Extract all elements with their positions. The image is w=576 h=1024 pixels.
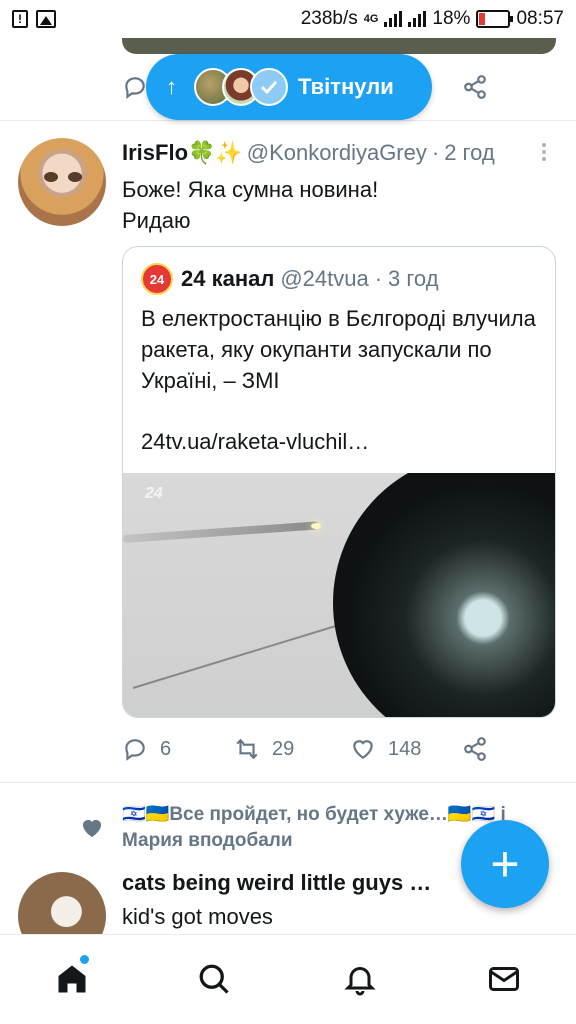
clock: 08:57 (516, 8, 564, 29)
pill-avatars (194, 68, 288, 106)
alert-icon: ! (12, 10, 28, 28)
avatar-detail (68, 172, 82, 182)
status-bar: ! 238b/s 4G 18% 08:57 (0, 0, 576, 38)
tweet-actions: 6 29 148 (122, 730, 562, 770)
signal-2-icon (408, 11, 427, 27)
quoted-tweet-text: В електростанцію в Бєлгороді влучила рак… (141, 306, 536, 393)
tweet-divider (0, 120, 576, 121)
share-icon[interactable] (462, 74, 488, 100)
bell-icon[interactable] (342, 961, 378, 997)
avatar-detail (44, 172, 58, 182)
quoted-author-handle: @24tvua (280, 266, 369, 291)
media-logo: 24 (145, 485, 163, 502)
tweet-author-handle[interactable]: @KonkordiyaGrey (247, 140, 427, 166)
rocket-trail (123, 521, 319, 543)
tweet-time: 2 год (444, 140, 495, 165)
reply-button[interactable]: 6 (122, 736, 171, 762)
reply-count: 6 (160, 737, 172, 760)
avatar (250, 68, 288, 106)
tweet-text: Боже! Яка сумна новина! Ридаю (122, 177, 379, 233)
tweet-author-name[interactable]: IrisFlo🍀✨ (122, 140, 243, 166)
heart-filled-icon (83, 820, 101, 837)
like-count: 148 (388, 737, 422, 760)
more-options-icon[interactable] (536, 140, 552, 164)
home-icon[interactable] (54, 961, 90, 997)
retweet-count: 29 (272, 737, 295, 760)
arrow-up-icon: ↑ (166, 74, 177, 99)
share-icon (464, 737, 486, 761)
quoted-tweet-time: 3 год (388, 266, 439, 291)
network-type: 4G (363, 13, 379, 25)
avatar[interactable] (18, 138, 106, 226)
quoted-author-name: 24 канал (181, 266, 275, 291)
separator-dot: · (431, 140, 440, 165)
mail-icon[interactable] (486, 961, 522, 997)
retweet-icon (236, 738, 258, 760)
liked-by-names[interactable]: 🇮🇱🇺🇦Все пройдет, но будет хуже…🇺🇦🇮🇱 і (122, 802, 542, 826)
retweet-button[interactable]: 29 (234, 736, 294, 762)
checkmark-icon (260, 80, 278, 95)
network-speed: 238b/s (300, 8, 358, 29)
share-button[interactable] (462, 736, 488, 762)
channel-logo: 24 (141, 263, 173, 295)
quoted-tweet-link[interactable]: 24tv.ua/raketa-vluchil… (141, 429, 369, 455)
tweet-divider (0, 782, 576, 783)
compose-tweet-button[interactable]: + (461, 820, 549, 908)
quoted-tweet-image[interactable]: 24 (123, 473, 555, 717)
reply-icon (125, 739, 145, 761)
like-button[interactable]: 148 (350, 736, 421, 762)
quoted-tweet-header: 24 24 канал @24tvua · 3 год (141, 263, 439, 295)
liked-by-label: Мария вподобали (122, 830, 293, 851)
quoted-tweet-card[interactable]: 24 24 канал @24tvua · 3 год В електроста… (122, 246, 556, 718)
heart-icon (353, 740, 373, 759)
separator-dot: · (374, 266, 383, 291)
battery-percent: 18% (432, 8, 471, 29)
previous-tweet-media[interactable] (122, 38, 556, 54)
reply-icon[interactable] (122, 74, 148, 100)
tweet-author-name[interactable]: cats being weird little guys … (122, 870, 462, 896)
tweet-text: kid's got moves (122, 904, 273, 929)
signal-icon (384, 11, 403, 27)
night-explosion-inset (333, 473, 555, 717)
search-icon[interactable] (196, 961, 232, 997)
bottom-navigation (0, 934, 576, 1024)
tweet-header: IrisFlo🍀✨ @KonkordiyaGrey · 2 год (122, 138, 562, 168)
rocket-flare (311, 523, 321, 529)
plus-icon: + (490, 836, 520, 892)
battery-icon (476, 10, 514, 28)
new-tweets-pill[interactable]: ↑ Твітнули (146, 54, 432, 120)
rocket-trail (132, 619, 354, 689)
notification-dot (80, 955, 89, 964)
pill-label: Твітнули (298, 74, 394, 99)
image-icon (36, 10, 56, 28)
